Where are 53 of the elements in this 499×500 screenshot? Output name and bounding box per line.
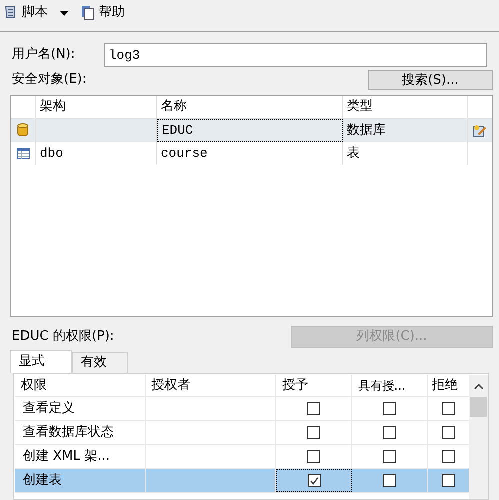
securables-label: 安全对象(E): — [12, 71, 87, 90]
checkbox[interactable] — [442, 426, 456, 439]
tab[interactable]: 显式 — [10, 350, 72, 373]
column-header[interactable]: 授权者 — [146, 375, 276, 396]
table-cell-text: 创建表 — [23, 472, 62, 490]
checkbox[interactable] — [383, 402, 396, 415]
scroll-up-icon[interactable] — [474, 383, 484, 390]
database-icon — [17, 123, 29, 138]
table-icon — [16, 148, 30, 159]
checkbox[interactable] — [308, 474, 321, 487]
checkbox[interactable] — [307, 450, 320, 463]
checkbox[interactable] — [442, 402, 456, 415]
scrollbar[interactable] — [469, 375, 488, 499]
table-cell-text: 表 — [347, 144, 360, 163]
checkbox[interactable] — [383, 474, 396, 487]
column-header[interactable]: 权限 — [15, 375, 146, 396]
checkmark-icon — [310, 476, 319, 484]
permission-row[interactable]: 查看数据库状态 — [15, 421, 469, 445]
scroll-icon — [4, 5, 18, 21]
column-header[interactable]: 授予 — [276, 375, 352, 396]
column-header[interactable]: 名称 — [157, 96, 343, 118]
checkbox[interactable] — [307, 402, 320, 415]
checkbox[interactable] — [383, 450, 396, 463]
checkbox[interactable] — [383, 426, 396, 439]
column-header[interactable]: 具有授... — [352, 375, 428, 396]
toolbar-button[interactable]: 帮助 — [81, 3, 125, 23]
checkbox[interactable] — [307, 426, 320, 439]
checkbox[interactable] — [442, 474, 456, 487]
tab[interactable]: 有效 — [72, 352, 128, 373]
permission-row[interactable]: 创建 XML 架... — [15, 445, 469, 469]
dropdown-caret-icon — [60, 10, 69, 16]
column-header[interactable]: 拒绝 — [428, 375, 470, 396]
column-header[interactable]: 类型 — [343, 96, 468, 118]
permission-row[interactable]: 创建表 — [15, 469, 469, 493]
document-icon — [81, 5, 95, 21]
username-field[interactable]: log3 — [104, 43, 487, 67]
checkbox[interactable] — [442, 450, 456, 463]
search-button[interactable]: 搜索(S)... — [368, 70, 493, 90]
table-cell-text: 数据库 — [347, 122, 386, 140]
table-cell-text: course — [161, 144, 208, 163]
securable-row[interactable]: EDUC 数据库 — [11, 119, 492, 142]
edit-icon[interactable] — [473, 124, 487, 138]
permissions-label: EDUC 的权限(P): — [12, 328, 114, 346]
scroll-thumb[interactable] — [470, 397, 487, 417]
toolbar-button[interactable]: 脚本 — [4, 3, 69, 23]
table-cell-text: EDUC — [162, 122, 194, 140]
table-cell-text: 查看定义 — [23, 400, 75, 418]
table-cell-text: 创建 XML 架... — [23, 448, 110, 466]
column-header[interactable]: 架构 — [36, 96, 157, 118]
table-cell-text: dbo — [40, 144, 64, 163]
permission-row[interactable]: 查看定义 — [15, 397, 469, 421]
table-cell-text: 查看数据库状态 — [23, 424, 114, 442]
username-label: 用户名(N): — [12, 46, 76, 64]
